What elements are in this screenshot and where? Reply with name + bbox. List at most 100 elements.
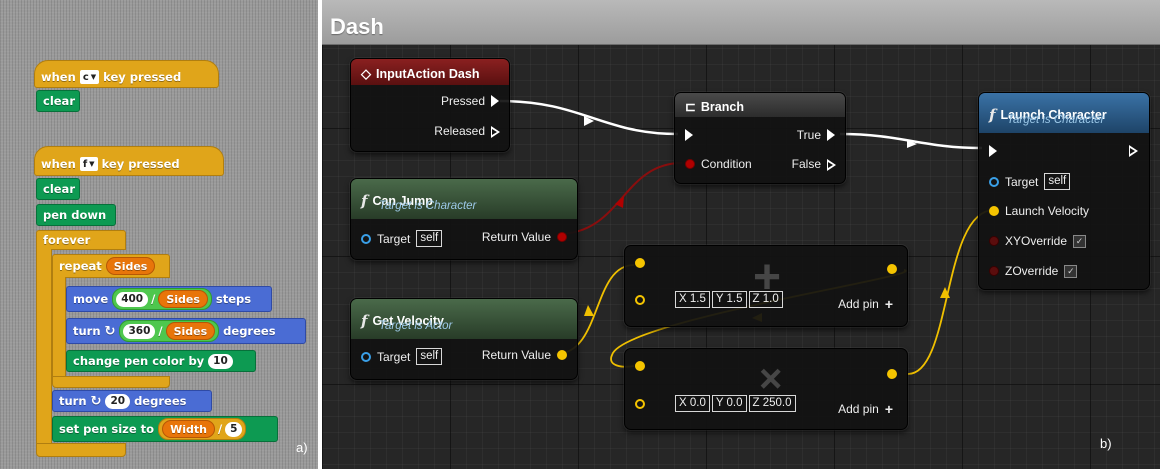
- turn-number[interactable]: 360: [123, 323, 156, 339]
- input-pin-a[interactable]: [635, 361, 645, 371]
- self-chip[interactable]: self: [416, 348, 443, 365]
- node-header: f Launch Character: [979, 93, 1149, 133]
- add-pin-button[interactable]: Add pin +: [838, 296, 893, 312]
- output-pin[interactable]: [887, 264, 897, 274]
- y-field[interactable]: Y 1.5: [711, 291, 747, 308]
- pen-down-block[interactable]: pen down: [36, 204, 116, 226]
- input-pin-b[interactable]: X 1.5 Y 1.5 Z 1.0: [635, 291, 783, 308]
- object-pin-icon[interactable]: [361, 351, 371, 362]
- z-override-checkbox[interactable]: ✓: [1064, 264, 1078, 278]
- degrees-label: degrees: [134, 394, 187, 408]
- when-key-pressed-block[interactable]: when c ▼ key pressed: [34, 60, 219, 88]
- vector-pin-icon[interactable]: [635, 361, 645, 371]
- exec-pin-icon[interactable]: [491, 95, 499, 107]
- set-pen-size-block[interactable]: set pen size to Width / 5: [52, 416, 278, 442]
- y-field[interactable]: Y 0.0: [711, 395, 747, 412]
- vector-pin-icon[interactable]: [887, 369, 897, 379]
- turn-number[interactable]: 20: [105, 393, 131, 409]
- z-override-pin[interactable]: ZOverride ✓: [989, 264, 1078, 278]
- exec-pin-icon[interactable]: [491, 126, 500, 138]
- xy-override-checkbox[interactable]: ✓: [1073, 234, 1087, 248]
- xy-override-pin[interactable]: XYOverride ✓: [989, 234, 1087, 248]
- key-dropdown[interactable]: c ▼: [79, 70, 100, 84]
- released-pin[interactable]: Released: [434, 124, 500, 138]
- sides-variable[interactable]: Sides: [105, 257, 156, 275]
- vector-multiply-node-2[interactable]: × X 0.0 Y 0.0 Z 250.0 Add pin +: [624, 348, 908, 430]
- object-pin-icon[interactable]: [361, 233, 371, 244]
- exec-pin-icon[interactable]: [685, 129, 693, 141]
- pin-label: Return Value: [481, 230, 551, 244]
- key-dropdown[interactable]: f ▼: [79, 157, 98, 171]
- exec-pin-icon[interactable]: [1129, 145, 1138, 157]
- exec-in-pin[interactable]: [685, 129, 693, 141]
- vector-pin-icon[interactable]: [635, 258, 645, 268]
- bool-pin-icon[interactable]: [989, 236, 999, 246]
- divide-operator[interactable]: 360 / Sides: [119, 320, 220, 342]
- z-field[interactable]: Z 250.0: [748, 395, 796, 412]
- turn-degrees-block[interactable]: turn ↻ 360 / Sides degrees: [66, 318, 306, 344]
- condition-pin[interactable]: Condition: [685, 157, 752, 171]
- bool-pin-icon[interactable]: [685, 159, 695, 169]
- self-chip[interactable]: self: [416, 230, 443, 247]
- function-icon: f: [989, 106, 996, 124]
- clear-block[interactable]: clear: [36, 90, 80, 112]
- output-pin[interactable]: [887, 369, 897, 379]
- bool-pin-icon[interactable]: [989, 266, 999, 276]
- bool-pin-icon[interactable]: [557, 232, 567, 242]
- target-pin[interactable]: Target self: [361, 230, 443, 247]
- blueprint-graph[interactable]: Dash ◇ InputAction Dash Pressed Released: [322, 0, 1160, 469]
- exec-pin-icon[interactable]: [827, 159, 836, 171]
- vector-pin-icon[interactable]: [887, 264, 897, 274]
- branch-node[interactable]: ⊏ Branch True Condition False: [674, 92, 846, 184]
- true-pin[interactable]: True: [797, 128, 835, 142]
- vector-multiply-node-1[interactable]: + X 1.5 Y 1.5 Z 1.0 Add pin +: [624, 245, 908, 327]
- x-field[interactable]: X 0.0: [675, 395, 710, 412]
- repeat-block[interactable]: repeat Sides: [52, 254, 170, 278]
- false-pin[interactable]: False: [792, 157, 836, 171]
- can-jump-node[interactable]: f Can Jump Target is Character Target se…: [350, 178, 578, 260]
- divide-operator[interactable]: 400 / Sides: [112, 288, 212, 310]
- object-pin-icon[interactable]: [989, 176, 999, 187]
- move-steps-block[interactable]: move 400 / Sides steps: [66, 286, 272, 312]
- target-pin[interactable]: Target self: [361, 348, 443, 365]
- return-value-pin[interactable]: Return Value: [482, 230, 567, 244]
- launch-character-node[interactable]: f Launch Character Target is Character T…: [978, 92, 1150, 290]
- clear-block[interactable]: clear: [36, 178, 80, 200]
- target-pin[interactable]: Target self: [989, 173, 1071, 190]
- vector-pin-icon[interactable]: [557, 350, 567, 360]
- input-pin-a[interactable]: [635, 258, 645, 268]
- change-pen-color-block[interactable]: change pen color by 10: [66, 350, 256, 372]
- launch-velocity-pin[interactable]: Launch Velocity: [989, 204, 1089, 218]
- clear-label: clear: [43, 182, 75, 196]
- exec-wire-pressed-branch[interactable]: [499, 99, 679, 136]
- sides-variable[interactable]: Sides: [165, 322, 216, 340]
- divide-operator[interactable]: Width / 5: [158, 418, 247, 440]
- width-variable[interactable]: Width: [162, 420, 215, 438]
- z-field[interactable]: Z 1.0: [748, 291, 783, 308]
- turn-label: turn: [59, 394, 87, 408]
- exec-pin-icon[interactable]: [827, 129, 835, 141]
- pen-color-number[interactable]: 10: [208, 353, 233, 369]
- x-field[interactable]: X 1.5: [675, 291, 710, 308]
- get-velocity-node[interactable]: f Get Velocity Target is Actor Target se…: [350, 298, 578, 380]
- when-key-pressed-block-2[interactable]: when f ▼ key pressed: [34, 146, 224, 176]
- exec-out-pin[interactable]: [1129, 145, 1138, 157]
- plus-icon: +: [884, 296, 893, 312]
- input-action-dash-node[interactable]: ◇ InputAction Dash Pressed Released: [350, 58, 510, 152]
- turn-degrees-block-2[interactable]: turn ↻ 20 degrees: [52, 390, 212, 412]
- vector-pin-icon[interactable]: [635, 398, 645, 409]
- pressed-pin[interactable]: Pressed: [441, 94, 499, 108]
- forever-block[interactable]: forever: [36, 230, 126, 250]
- exec-in-pin[interactable]: [989, 145, 997, 157]
- input-pin-b[interactable]: X 0.0 Y 0.0 Z 250.0: [635, 395, 796, 412]
- sides-variable[interactable]: Sides: [158, 290, 208, 308]
- exec-pin-icon[interactable]: [989, 145, 997, 157]
- return-value-pin[interactable]: Return Value: [482, 348, 567, 362]
- self-chip[interactable]: self: [1044, 173, 1071, 190]
- vector-pin-icon[interactable]: [635, 294, 645, 305]
- pin-label: Released: [434, 124, 485, 138]
- vector-pin-icon[interactable]: [989, 206, 999, 216]
- pen-size-number[interactable]: 5: [225, 421, 243, 437]
- move-number[interactable]: 400: [116, 291, 149, 307]
- add-pin-button[interactable]: Add pin +: [838, 401, 893, 417]
